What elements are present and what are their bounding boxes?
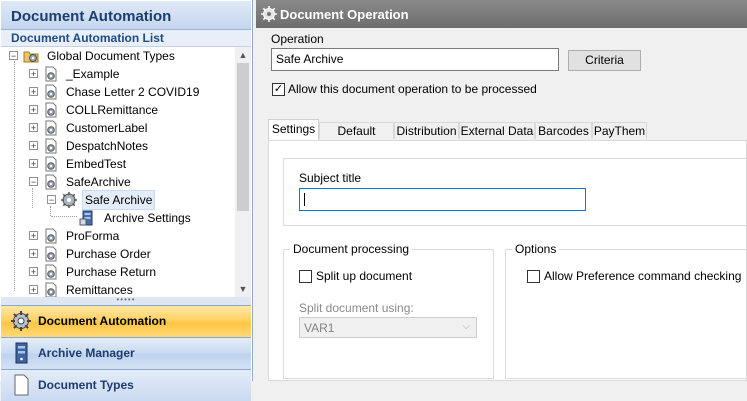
allow-operation-label: Allow this document operation to be proc… <box>288 82 537 96</box>
expand-toggle[interactable]: + <box>29 249 38 259</box>
scroll-up-arrow[interactable]: ▲ <box>235 47 251 63</box>
expand-toggle[interactable]: + <box>29 105 38 115</box>
tree-node-label: Chase Letter 2 COVID19 <box>66 85 200 99</box>
chevron-down-icon: ⌵ <box>462 321 470 332</box>
criteria-button[interactable]: Criteria <box>568 50 641 71</box>
subject-group: Subject title <box>283 158 747 226</box>
tree-scrollbar[interactable]: ▲ ▼ <box>235 47 251 297</box>
tree-node-label: DespatchNotes <box>66 139 149 153</box>
document-gear-icon <box>45 264 57 280</box>
pane-splitter[interactable]: ••••• <box>1 296 251 305</box>
expand-toggle[interactable]: + <box>29 87 38 97</box>
scroll-down-arrow[interactable]: ▼ <box>235 281 251 297</box>
expand-toggle[interactable]: + <box>29 231 38 241</box>
operation-label: Operation <box>271 32 324 46</box>
document-gear-icon <box>45 138 57 154</box>
expand-toggle[interactable]: + <box>29 159 38 169</box>
tree-node-label: Global Document Types <box>47 49 175 63</box>
tree-node-label: COLLRemittance <box>66 103 159 117</box>
document-processing-title: Document processing <box>290 242 413 256</box>
document-gear-icon <box>45 66 57 82</box>
tree-node-label: SafeArchive <box>66 175 131 189</box>
operation-input[interactable]: Safe Archive <box>271 48 559 71</box>
subject-title-input[interactable] <box>299 188 586 211</box>
tab-distribution[interactable]: Distribution <box>394 122 459 139</box>
document-tree[interactable]: − Global Document Types + _Example + Cha… <box>1 47 236 297</box>
server-icon <box>15 342 28 364</box>
nav-document-automation[interactable]: Document Automation <box>1 305 251 337</box>
list-title: Document Automation List <box>11 31 164 45</box>
document-gear-icon <box>45 102 57 118</box>
document-gear-icon <box>45 84 57 100</box>
pane-title: Document Automation <box>11 8 172 25</box>
document-gear-icon <box>45 282 57 297</box>
operation-header: Document Operation <box>256 0 747 28</box>
allow-preference-label: Allow Preference command checking <box>544 269 742 283</box>
document-operation-pane: Document Operation Operation Safe Archiv… <box>256 0 747 381</box>
tree-connector <box>50 206 51 216</box>
tab-settings[interactable]: Settings <box>268 119 319 140</box>
options-title: Options <box>512 242 560 256</box>
document-processing-group: Document processing Split up document Sp… <box>283 242 494 379</box>
nav-label: Archive Manager <box>38 346 135 360</box>
pane-header: Document Automation <box>1 1 251 30</box>
document-gear-icon <box>45 246 57 262</box>
server-icon <box>79 210 93 226</box>
nav-label: Document Types <box>38 378 134 392</box>
allow-operation-checkbox[interactable]: ✓ <box>272 83 285 96</box>
expand-toggle[interactable]: + <box>29 69 38 79</box>
operation-header-title: Document Operation <box>280 7 409 22</box>
collapse-toggle[interactable]: − <box>29 177 38 187</box>
tree-connector <box>51 216 77 217</box>
list-header: Document Automation List <box>1 30 251 47</box>
document-gear-icon <box>45 174 57 190</box>
nav-label: Document Automation <box>38 314 167 328</box>
tree-node-label: Safe Archive <box>82 190 156 210</box>
document-automation-pane: Document Automation Document Automation … <box>0 0 253 401</box>
scroll-thumb[interactable] <box>237 63 249 211</box>
settings-tab-body: Subject title Document processing Split … <box>268 140 747 381</box>
allow-preference-checkbox[interactable] <box>527 270 540 283</box>
tree-node-label: ProForma <box>66 229 120 243</box>
tab-barcodes[interactable]: Barcodes <box>535 122 592 139</box>
subject-title-label: Subject title <box>299 171 362 185</box>
gear-icon <box>261 6 277 22</box>
tree-node-label: EmbedTest <box>66 157 127 171</box>
nav-archive-manager[interactable]: Archive Manager <box>1 337 251 369</box>
tree-node-label: CustomerLabel <box>66 121 148 135</box>
tab-default-forms[interactable]: Default Forms <box>319 122 394 155</box>
folder-gear-icon <box>23 51 39 63</box>
collapse-toggle[interactable]: − <box>9 51 18 61</box>
split-document-label: Split up document <box>316 269 413 283</box>
tab-external-data[interactable]: External Data <box>459 122 535 139</box>
expand-toggle[interactable]: + <box>29 123 38 133</box>
tree-node-label: Archive Settings <box>104 211 191 225</box>
text-caret <box>304 193 305 206</box>
document-icon <box>14 374 29 396</box>
options-group: Options Allow Preference command checkin… <box>505 242 747 379</box>
tree-node-label: Purchase Return <box>66 265 157 279</box>
document-gear-icon <box>45 156 57 172</box>
split-using-label: Split document using: <box>299 301 414 315</box>
document-gear-icon <box>45 120 57 136</box>
tree-connector <box>14 61 15 291</box>
expand-toggle[interactable]: + <box>29 285 38 295</box>
tab-paythem[interactable]: PayThem <box>592 122 647 139</box>
split-using-select[interactable]: VAR1 ⌵ <box>299 317 477 338</box>
gear-icon <box>61 192 77 208</box>
split-using-value: VAR1 <box>304 321 335 335</box>
tree-connector <box>32 188 33 208</box>
gear-icon <box>11 311 31 331</box>
tree-node-label: Purchase Order <box>66 247 151 261</box>
nav-document-types[interactable]: Document Types <box>1 369 251 401</box>
expand-toggle[interactable]: + <box>29 267 38 277</box>
tree-node-label: _Example <box>66 67 120 81</box>
split-document-checkbox[interactable] <box>299 270 312 283</box>
document-gear-icon <box>45 228 57 244</box>
expand-toggle[interactable]: + <box>29 141 38 151</box>
collapse-toggle[interactable]: − <box>47 195 56 205</box>
